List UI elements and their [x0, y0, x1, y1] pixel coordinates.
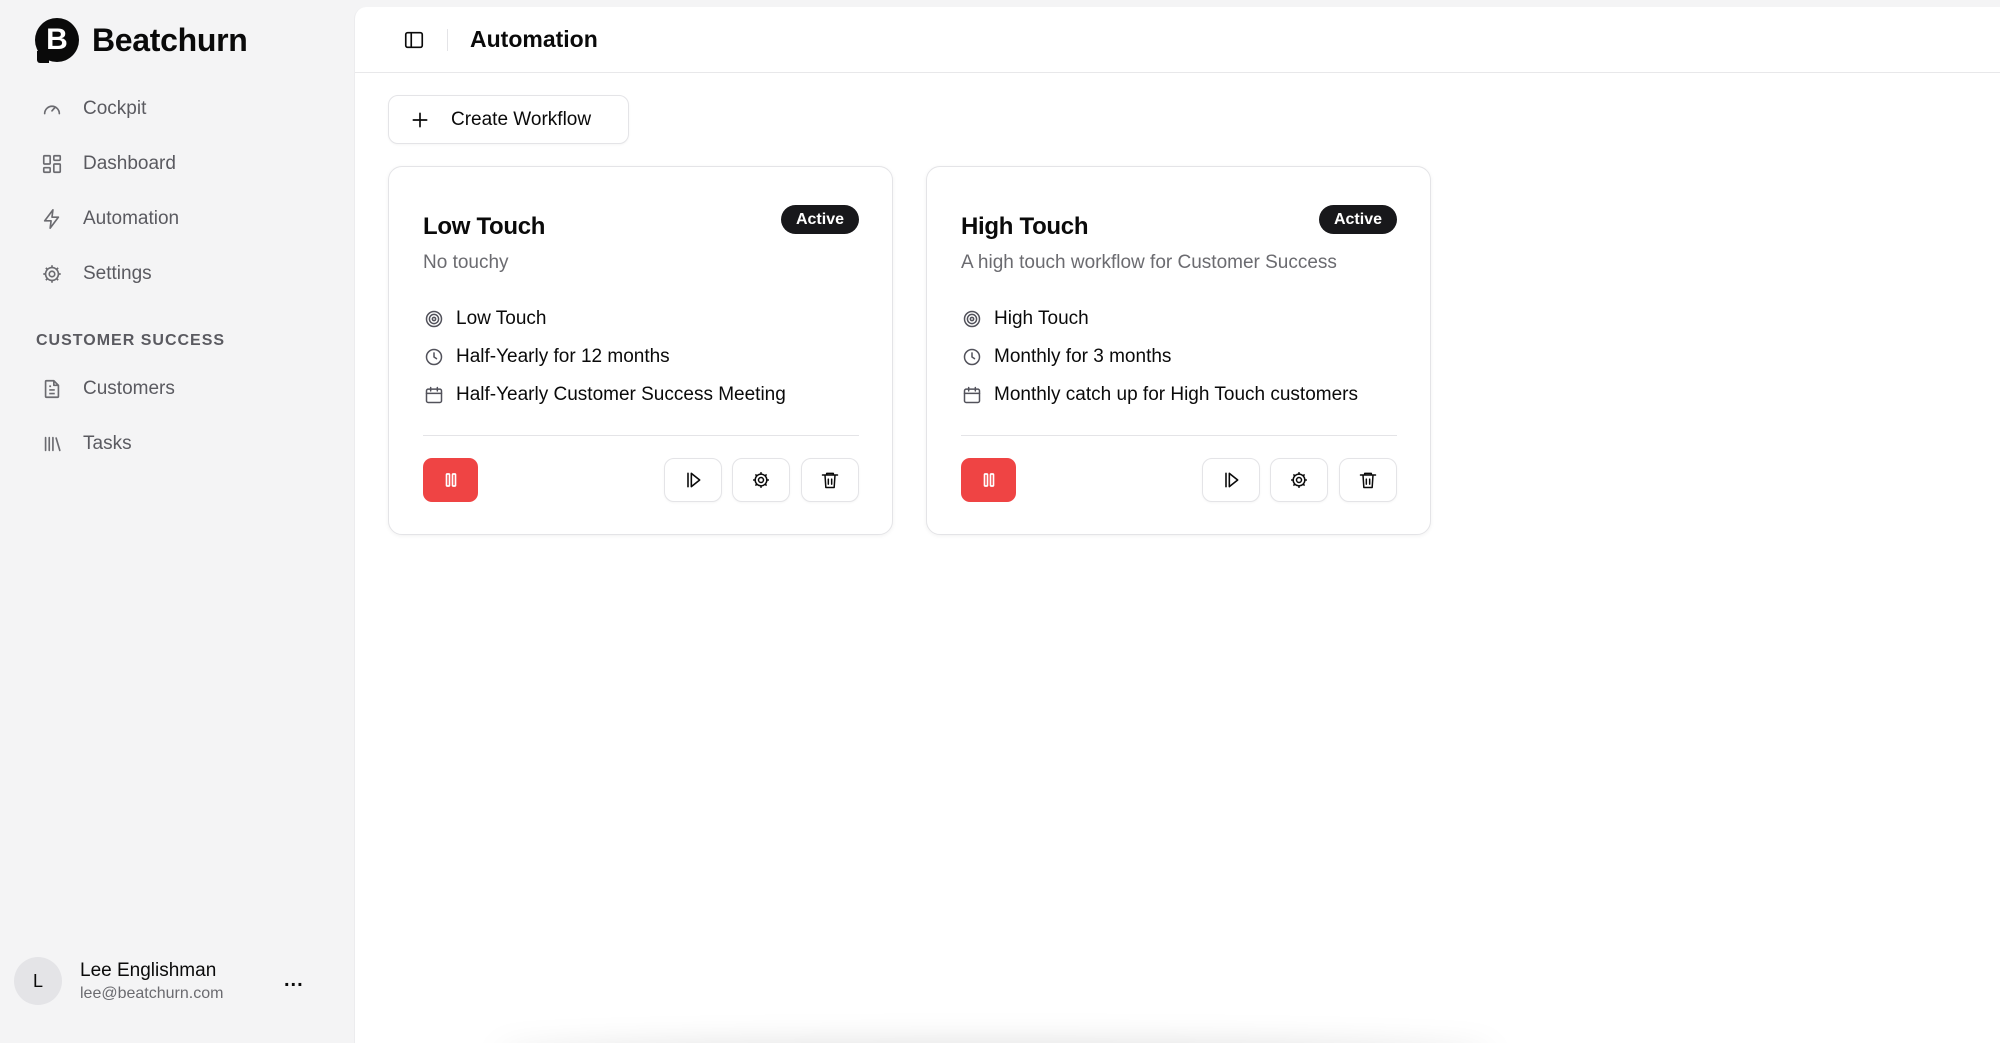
workflow-title: Low Touch: [423, 213, 546, 240]
brand[interactable]: B Beatchurn: [35, 18, 248, 63]
sidebar-item-label: Customers: [83, 377, 175, 399]
sidebar-item-tasks[interactable]: Tasks: [28, 416, 328, 471]
brand-name: Beatchurn: [92, 21, 248, 58]
layout-grid-icon: [40, 152, 64, 176]
step-forward-icon: [687, 472, 701, 488]
delete-button[interactable]: [801, 458, 859, 502]
meeting-text: Half-Yearly Customer Success Meeting: [456, 384, 786, 405]
main-nav: Cockpit Dashboard Automation Settings: [28, 81, 328, 301]
calendar-icon: [961, 384, 983, 406]
workflow-settings-button[interactable]: [732, 458, 790, 502]
user-menu[interactable]: L Lee Englishman lee@beatchurn.com ...: [14, 955, 314, 1007]
segment-text: Low Touch: [456, 308, 547, 329]
sidebar-item-settings[interactable]: Settings: [28, 246, 328, 301]
step-forward-icon: [1225, 472, 1239, 488]
gear-icon: [1291, 472, 1307, 488]
schedule-text: Half-Yearly for 12 months: [456, 346, 670, 367]
main-panel: Automation Create Workflow Low Touch Act…: [354, 7, 2000, 1043]
file-text-icon: [40, 377, 64, 401]
workflow-schedule: Monthly for 3 months: [961, 346, 1171, 368]
create-workflow-label: Create Workflow: [451, 108, 592, 130]
sidebar-item-automation[interactable]: Automation: [28, 191, 328, 246]
workflow-schedule: Half-Yearly for 12 months: [423, 346, 670, 368]
sidebar-item-label: Dashboard: [83, 152, 176, 174]
avatar: L: [14, 957, 62, 1005]
trash-icon: [1359, 472, 1377, 489]
sidebar-toggle-button[interactable]: [401, 27, 427, 53]
sidebar-item-label: Automation: [83, 207, 180, 229]
user-name: Lee Englishman: [80, 959, 217, 981]
sidebar-item-cockpit[interactable]: Cockpit: [28, 81, 328, 136]
gear-icon: [40, 262, 64, 286]
workflow-settings-button[interactable]: [1270, 458, 1328, 502]
clock-icon: [423, 346, 445, 368]
pause-button[interactable]: [961, 458, 1016, 502]
workflow-card-high-touch: High Touch Active A high touch workflow …: [926, 166, 1431, 535]
zap-icon: [40, 207, 64, 231]
workflow-meeting: Monthly catch up for High Touch customer…: [961, 384, 1358, 406]
card-divider: [961, 435, 1397, 436]
topbar: Automation: [355, 7, 2000, 73]
run-button[interactable]: [1202, 458, 1260, 502]
workflow-description: No touchy: [423, 252, 509, 273]
card-divider: [423, 435, 859, 436]
topbar-divider: [447, 28, 448, 51]
clock-icon: [961, 346, 983, 368]
more-options-icon[interactable]: ...: [284, 969, 304, 992]
status-badge: Active: [1318, 205, 1397, 234]
gear-icon: [753, 472, 769, 488]
plus-icon: [409, 109, 431, 131]
target-icon: [961, 308, 983, 330]
calendar-icon: [423, 384, 445, 406]
workflow-title: High Touch: [961, 213, 1089, 240]
workflow-segment: Low Touch: [423, 308, 547, 330]
meeting-text: Monthly catch up for High Touch customer…: [994, 384, 1358, 405]
panel-left-icon: [404, 31, 424, 48]
customer-success-nav: Customers Tasks: [28, 361, 328, 471]
schedule-text: Monthly for 3 months: [994, 346, 1172, 367]
pause-icon: [445, 473, 456, 487]
workflow-card-low-touch: Low Touch Active No touchy Low Touch Hal…: [388, 166, 893, 535]
pause-button[interactable]: [423, 458, 478, 502]
segment-text: High Touch: [994, 308, 1089, 329]
run-button[interactable]: [664, 458, 722, 502]
status-badge: Active: [780, 205, 859, 234]
user-email: lee@beatchurn.com: [80, 984, 224, 1002]
page-title: Automation: [470, 26, 598, 52]
delete-button[interactable]: [1339, 458, 1397, 502]
workflow-segment: High Touch: [961, 308, 1089, 330]
sidebar-item-label: Settings: [83, 262, 152, 284]
create-workflow-button[interactable]: Create Workflow: [388, 95, 629, 144]
app-window: B Beatchurn Cockpit Dashboard Automation…: [0, 0, 2000, 1043]
workflow-meeting: Half-Yearly Customer Success Meeting: [423, 384, 786, 406]
gauge-icon: [40, 97, 64, 121]
sidebar-item-label: Cockpit: [83, 97, 147, 119]
pause-icon: [983, 473, 994, 487]
sidebar-item-label: Tasks: [83, 432, 132, 454]
library-icon: [40, 432, 64, 456]
workflow-description: A high touch workflow for Customer Succe…: [961, 252, 1337, 273]
target-icon: [423, 308, 445, 330]
sidebar-section-label: CUSTOMER SUCCESS: [36, 332, 226, 349]
brand-logo: B: [35, 18, 79, 63]
sidebar-item-dashboard[interactable]: Dashboard: [28, 136, 328, 191]
sidebar: B Beatchurn Cockpit Dashboard Automation…: [0, 0, 354, 1043]
sidebar-item-customers[interactable]: Customers: [28, 361, 328, 416]
trash-icon: [821, 472, 839, 489]
user-info: Lee Englishman lee@beatchurn.com: [80, 960, 223, 1003]
